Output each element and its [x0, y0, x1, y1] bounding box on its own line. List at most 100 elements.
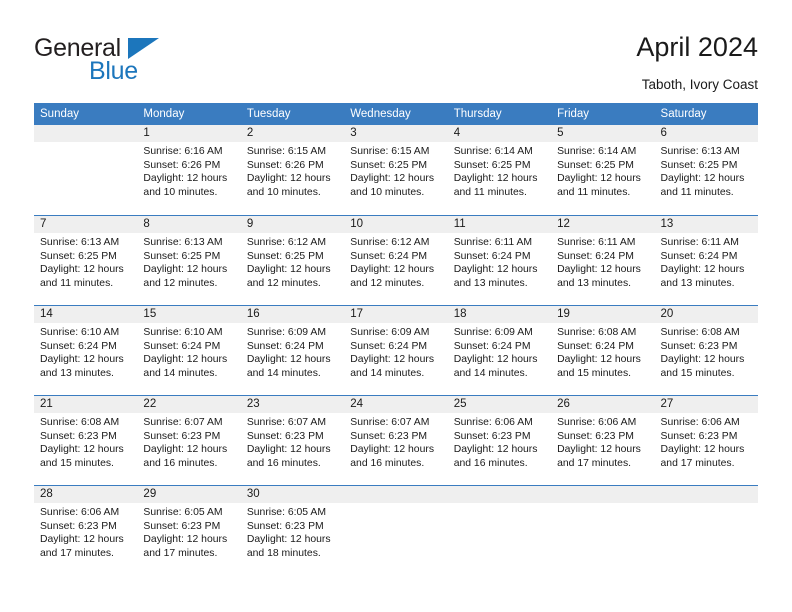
day-cell-15[interactable]: 15 Sunrise: 6:10 AM Sunset: 6:24 PM Dayligh…: [137, 306, 241, 395]
day-sun-info: Sunrise: 6:07 AM Sunset: 6:23 PM Daylight:…: [241, 413, 344, 470]
day-cell-13[interactable]: 13 Sunrise: 6:11 AM Sunset: 6:24 PM Dayligh…: [654, 216, 758, 305]
day-number: 11: [447, 216, 552, 233]
day-cell-14[interactable]: 14 Sunrise: 6:10 AM Sunset: 6:24 PM Dayligh…: [34, 306, 138, 395]
day-number: 5: [551, 125, 655, 142]
day-cell-20[interactable]: 20 Sunrise: 6:08 AM Sunset: 6:23 PM Dayligh…: [654, 306, 758, 395]
day-cell-1[interactable]: 1 Sunrise: 6:16 AM Sunset: 6:26 PM Daylight…: [137, 125, 241, 215]
day-info-line: Sunrise: 6:16 AM: [143, 146, 223, 157]
day-cell-4[interactable]: 4 Sunrise: 6:14 AM Sunset: 6:25 PM Daylight…: [447, 125, 552, 215]
day-cell-empty: [344, 486, 448, 575]
day-cell-27[interactable]: 27 Sunrise: 6:06 AM Sunset: 6:23 PM Dayligh…: [654, 396, 758, 485]
calendar-week-row: 1 Sunrise: 6:16 AM Sunset: 6:26 PM Daylight…: [34, 125, 758, 215]
day-info-line: Sunrise: 6:07 AM: [350, 417, 430, 428]
day-info-line: Sunrise: 6:08 AM: [40, 417, 120, 428]
day-sun-info: Sunrise: 6:10 AM Sunset: 6:24 PM Daylight:…: [137, 323, 240, 380]
day-cell-28[interactable]: 28 Sunrise: 6:06 AM Sunset: 6:23 PM Dayligh…: [34, 486, 138, 575]
day-cell-16[interactable]: 16 Sunrise: 6:09 AM Sunset: 6:24 PM Dayligh…: [240, 306, 345, 395]
day-info-line: Sunset: 6:23 PM: [40, 430, 117, 442]
day-number: 3: [344, 125, 448, 142]
day-info-line: Sunset: 6:23 PM: [246, 520, 324, 532]
day-cell-21[interactable]: 21 Sunrise: 6:08 AM Sunset: 6:23 PM Dayligh…: [34, 396, 138, 485]
day-cell-23[interactable]: 23 Sunrise: 6:07 AM Sunset: 6:23 PM Dayligh…: [240, 396, 345, 485]
day-cell-3[interactable]: 3 Sunrise: 6:15 AM Sunset: 6:25 PM Daylight…: [344, 125, 448, 215]
day-cell-30[interactable]: 30 Sunrise: 6:05 AM Sunset: 6:23 PM Dayligh…: [240, 486, 345, 575]
day-cell-26[interactable]: 26 Sunrise: 6:06 AM Sunset: 6:23 PM Dayligh…: [551, 396, 655, 485]
day-info-line: and 15 minutes.: [557, 367, 632, 379]
day-sun-info: Sunrise: 6:08 AM Sunset: 6:23 PM Daylight:…: [34, 413, 137, 470]
day-number: 14: [34, 306, 138, 323]
day-sun-info: Sunrise: 6:14 AM Sunset: 6:25 PM Daylight:…: [448, 142, 551, 199]
day-info-line: Sunrise: 6:13 AM: [143, 237, 223, 248]
day-info-line: Sunrise: 6:10 AM: [40, 327, 120, 338]
general-blue-logo[interactable]: General Blue: [34, 36, 234, 88]
day-info-line: Daylight: 12 hours: [246, 354, 331, 366]
day-number: 22: [137, 396, 241, 413]
day-number: 21: [34, 396, 138, 413]
day-number: 1: [137, 125, 241, 142]
day-cell-2[interactable]: 2 Sunrise: 6:15 AM Sunset: 6:26 PM Daylight…: [240, 125, 345, 215]
day-number: 29: [137, 486, 241, 503]
day-info-line: Daylight: 12 hours: [40, 444, 124, 456]
day-info-line: Sunset: 6:23 PM: [557, 430, 634, 442]
day-cell-7[interactable]: 7 Sunrise: 6:13 AM Sunset: 6:25 PM Daylight…: [34, 216, 138, 305]
day-info-line: Daylight: 12 hours: [660, 444, 745, 456]
day-info-line: Sunset: 6:25 PM: [143, 250, 221, 262]
day-number: 9: [240, 216, 345, 233]
day-info-line: Daylight: 12 hours: [143, 264, 228, 276]
day-number: 4: [447, 125, 552, 142]
day-info-line: Sunrise: 6:08 AM: [660, 327, 740, 338]
day-info-line: Daylight: 12 hours: [246, 173, 331, 185]
day-sun-info: Sunrise: 6:06 AM Sunset: 6:23 PM Daylight:…: [448, 413, 551, 470]
day-number: 2: [240, 125, 345, 142]
day-cell-25[interactable]: 25 Sunrise: 6:06 AM Sunset: 6:23 PM Dayligh…: [447, 396, 552, 485]
day-info-line: Sunrise: 6:05 AM: [143, 507, 223, 518]
day-cell-11[interactable]: 11 Sunrise: 6:11 AM Sunset: 6:24 PM Dayligh…: [447, 216, 552, 305]
day-info-line: Sunrise: 6:08 AM: [557, 327, 637, 338]
day-info-line: Daylight: 12 hours: [40, 264, 124, 276]
day-info-line: Daylight: 12 hours: [453, 354, 538, 366]
day-cell-17[interactable]: 17 Sunrise: 6:09 AM Sunset: 6:24 PM Dayligh…: [344, 306, 448, 395]
day-sun-info: Sunrise: 6:08 AM Sunset: 6:24 PM Daylight:…: [551, 323, 654, 380]
day-cell-29[interactable]: 29 Sunrise: 6:05 AM Sunset: 6:23 PM Dayligh…: [137, 486, 241, 575]
day-sun-info: Sunrise: 6:09 AM Sunset: 6:24 PM Daylight:…: [241, 323, 344, 380]
day-info-line: Sunset: 6:23 PM: [453, 430, 531, 442]
day-info-line: Sunrise: 6:06 AM: [660, 417, 740, 428]
day-info-line: Sunset: 6:24 PM: [350, 250, 428, 262]
weekday-header-monday: Monday: [143, 108, 185, 120]
day-sun-info: Sunrise: 6:07 AM Sunset: 6:23 PM Daylight:…: [137, 413, 240, 470]
day-info-line: Sunset: 6:23 PM: [143, 430, 221, 442]
day-info-line: Sunset: 6:24 PM: [453, 340, 531, 352]
day-cell-6[interactable]: 6 Sunrise: 6:13 AM Sunset: 6:25 PM Daylight…: [654, 125, 758, 215]
day-info-line: and 10 minutes.: [350, 186, 425, 198]
day-info-line: and 16 minutes.: [350, 457, 425, 469]
day-cell-24[interactable]: 24 Sunrise: 6:07 AM Sunset: 6:23 PM Dayligh…: [344, 396, 448, 485]
day-info-line: Daylight: 12 hours: [350, 444, 435, 456]
day-number: [551, 486, 655, 503]
day-info-line: Sunset: 6:25 PM: [40, 250, 117, 262]
day-number: 6: [654, 125, 758, 142]
day-info-line: Sunset: 6:25 PM: [246, 250, 324, 262]
day-info-line: and 17 minutes.: [660, 457, 735, 469]
day-cell-8[interactable]: 8 Sunrise: 6:13 AM Sunset: 6:25 PM Daylight…: [137, 216, 241, 305]
day-info-line: Sunrise: 6:12 AM: [350, 237, 430, 248]
day-cell-9[interactable]: 9 Sunrise: 6:12 AM Sunset: 6:25 PM Daylight…: [240, 216, 345, 305]
day-cell-19[interactable]: 19 Sunrise: 6:08 AM Sunset: 6:24 PM Dayligh…: [551, 306, 655, 395]
weekday-header-sunday: Sunday: [40, 108, 80, 120]
day-info-line: Sunset: 6:24 PM: [350, 340, 428, 352]
day-info-line: and 17 minutes.: [143, 547, 218, 559]
day-info-line: Sunrise: 6:09 AM: [350, 327, 430, 338]
day-sun-info: Sunrise: 6:11 AM Sunset: 6:24 PM Daylight:…: [448, 233, 551, 290]
day-cell-5[interactable]: 5 Sunrise: 6:14 AM Sunset: 6:25 PM Daylight…: [551, 125, 655, 215]
day-cell-10[interactable]: 10 Sunrise: 6:12 AM Sunset: 6:24 PM Dayligh…: [344, 216, 448, 305]
day-info-line: Sunset: 6:23 PM: [350, 430, 428, 442]
day-info-line: Sunrise: 6:09 AM: [246, 327, 326, 338]
day-info-line: and 17 minutes.: [557, 457, 632, 469]
day-cell-12[interactable]: 12 Sunrise: 6:11 AM Sunset: 6:24 PM Dayligh…: [551, 216, 655, 305]
day-info-line: Sunrise: 6:06 AM: [40, 507, 120, 518]
day-cell-empty: [551, 486, 655, 575]
day-info-line: Sunrise: 6:13 AM: [40, 237, 120, 248]
day-sun-info: Sunrise: 6:13 AM Sunset: 6:25 PM Daylight:…: [655, 142, 758, 199]
day-info-line: and 14 minutes.: [350, 367, 425, 379]
day-cell-22[interactable]: 22 Sunrise: 6:07 AM Sunset: 6:23 PM Dayligh…: [137, 396, 241, 485]
day-cell-18[interactable]: 18 Sunrise: 6:09 AM Sunset: 6:24 PM Dayligh…: [447, 306, 552, 395]
